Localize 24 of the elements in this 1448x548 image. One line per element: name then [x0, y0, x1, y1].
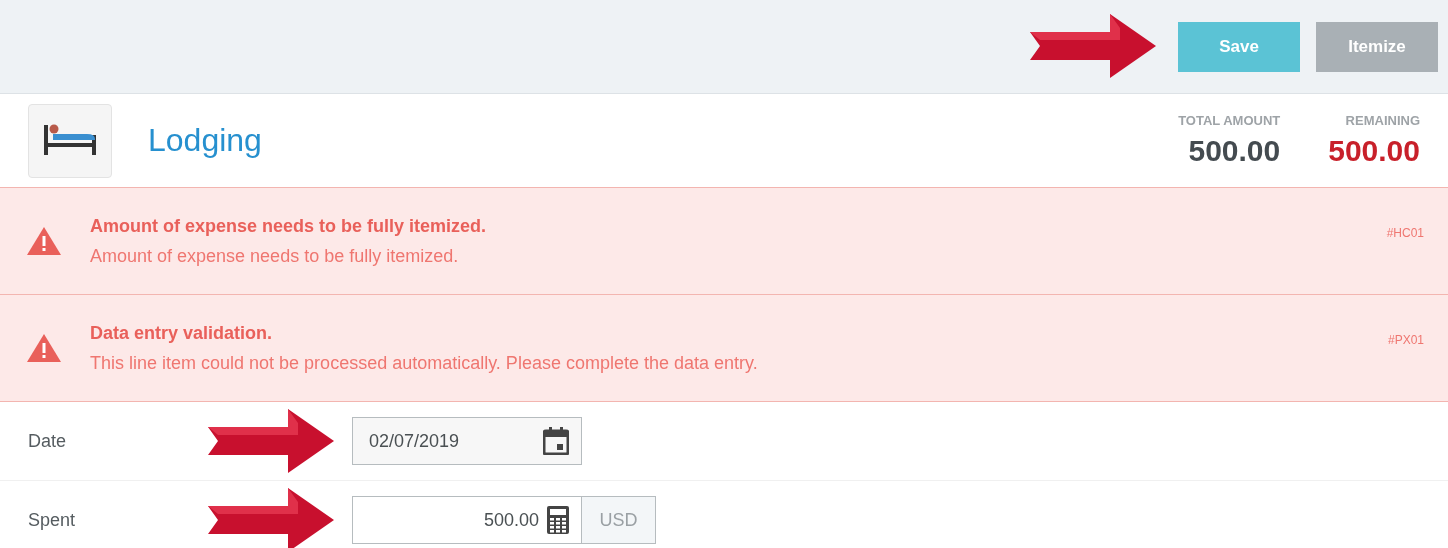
arrow-icon: [1030, 14, 1156, 78]
arrow-icon: [208, 409, 334, 473]
date-field[interactable]: 02/07/2019: [352, 417, 582, 465]
currency-label: USD: [582, 496, 656, 544]
field-label: Date: [28, 430, 68, 452]
alert-title: Data entry validation.: [90, 322, 274, 344]
alert-title: Amount of expense needs to be fully itemized.: [90, 215, 488, 237]
alert-code: #HC01: [1386, 226, 1424, 240]
calculator-icon[interactable]: [547, 506, 569, 534]
alert-code: #PX01: [1387, 333, 1424, 347]
total-value: 500.00: [1328, 134, 1420, 168]
calendar-icon[interactable]: [543, 427, 569, 455]
category-title: Lodging: [148, 122, 263, 159]
bed-icon: [28, 103, 112, 178]
alert-message: This line item could not be processed automatically. Please complete the data entry.: [90, 352, 759, 374]
warning-icon: [26, 333, 62, 363]
total-label: REMAINING: [1345, 113, 1420, 128]
field-label: Spent: [28, 509, 77, 531]
alert-message: Amount of expense needs to be fully itemized.: [90, 245, 460, 267]
total-label: TOTAL AMOUNT: [1178, 113, 1281, 128]
total-value: 500.00: [1188, 134, 1281, 168]
arrow-icon: [208, 488, 334, 548]
warning-icon: [26, 226, 62, 256]
amount-field[interactable]: 500.00: [352, 496, 582, 544]
